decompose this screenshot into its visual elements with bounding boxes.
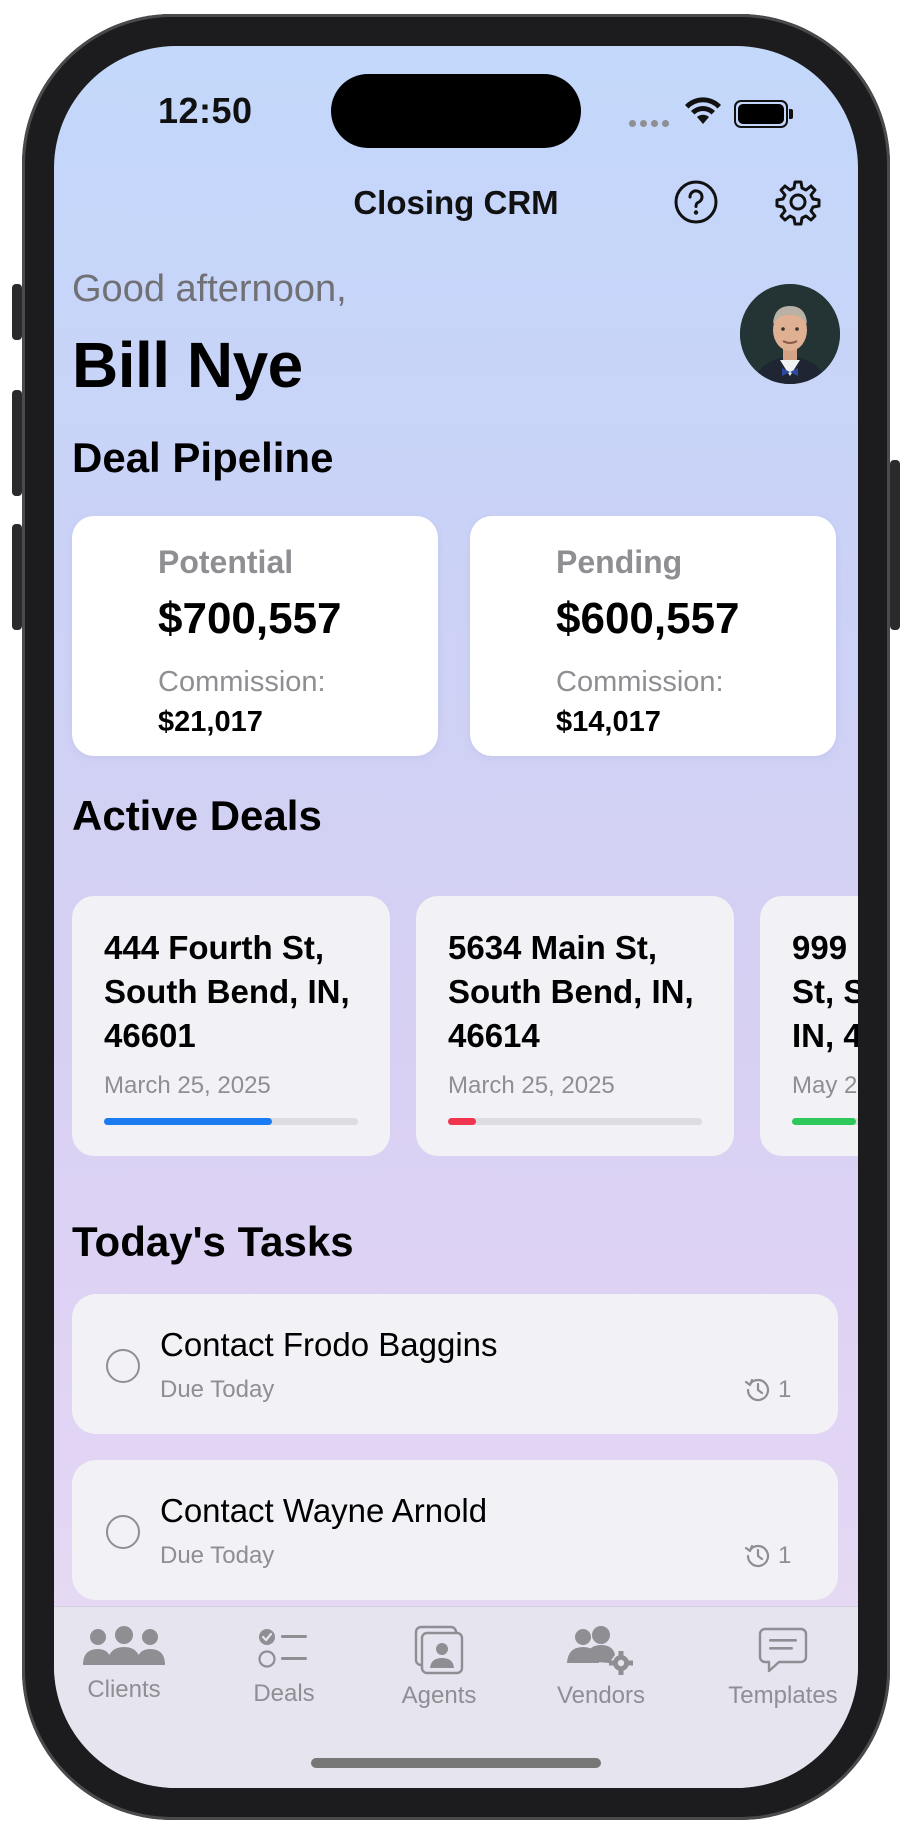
app-title: Closing CRM — [353, 184, 559, 221]
task-due: Due Today — [160, 1542, 275, 1569]
question-circle-icon[interactable] — [672, 178, 720, 226]
tab-label: Vendors — [556, 1682, 646, 1709]
tab-deals[interactable]: Deals — [234, 1625, 334, 1708]
commission-label: Commission: — [158, 666, 326, 698]
deal-progress-bar — [792, 1118, 856, 1125]
history-icon — [744, 1544, 770, 1568]
user-name: Bill Nye — [72, 329, 303, 401]
people-gear-icon — [567, 1626, 633, 1675]
power-button — [890, 460, 900, 630]
task-name: Contact Wayne Arnold — [160, 1492, 488, 1529]
cellular-signal-icon — [629, 114, 673, 132]
pipeline-label: Potential — [158, 544, 294, 580]
greeting-text: Good afternoon, — [72, 268, 347, 310]
checklist-icon — [258, 1629, 307, 1668]
deal-card[interactable]: 444 Fourth St, South Bend, IN, 46601 Mar… — [72, 896, 390, 1156]
history-icon — [744, 1378, 770, 1402]
deal-card[interactable]: 5634 Main St, South Bend, IN, 46614 Marc… — [416, 896, 734, 1156]
deal-progress-track — [104, 1118, 358, 1125]
task-checkbox[interactable] — [106, 1515, 140, 1549]
pipeline-card-potential[interactable]: Potential $700,557 Commission: $21,017 — [72, 516, 438, 756]
deal-date: March 25, 2025 — [104, 1072, 271, 1099]
volume-down-button — [12, 524, 22, 630]
task-name: Contact Frodo Baggins — [160, 1326, 498, 1363]
task-history-count: 1 — [778, 1376, 792, 1403]
tab-label: Agents — [401, 1682, 477, 1709]
wifi-icon — [685, 97, 721, 124]
deal-progress-bar — [104, 1118, 272, 1125]
task-due: Due Today — [160, 1376, 275, 1403]
tab-label: Templates — [728, 1682, 838, 1709]
gear-icon[interactable] — [774, 178, 822, 226]
deal-address: 5634 Main St, South Bend, IN, 46614 — [448, 929, 694, 1054]
deal-date: March 25, 2025 — [448, 1072, 615, 1099]
pipeline-card-pending[interactable]: Pending $600,557 Commission: $14,017 — [470, 516, 836, 756]
commission-value: $14,017 — [556, 706, 661, 738]
tab-label: Clients — [87, 1676, 161, 1703]
task-history-count: 1 — [778, 1542, 792, 1569]
app-screen: 12:50 Closing CRM Good afternoon, Bill N… — [54, 46, 858, 1788]
commission-label: Commission: — [556, 666, 724, 698]
deal-progress-track — [448, 1118, 702, 1125]
pipeline-amount: $700,557 — [158, 594, 342, 643]
deal-address: 999 St, S IN, 4 — [792, 929, 858, 1054]
people-icon — [83, 1626, 165, 1665]
status-time: 12:50 — [158, 90, 253, 131]
pipeline-amount: $600,557 — [556, 594, 740, 643]
dynamic-island — [331, 74, 581, 148]
commission-value: $21,017 — [158, 706, 263, 738]
person-photo-icon — [414, 1625, 464, 1675]
pipeline-label: Pending — [556, 544, 683, 580]
message-icon — [758, 1627, 808, 1673]
deal-progress-bar — [448, 1118, 476, 1125]
deal-address: 444 Fourth St, South Bend, IN, 46601 — [104, 929, 350, 1054]
action-button — [12, 284, 22, 340]
tasks-title: Today's Tasks — [72, 1218, 354, 1265]
home-indicator[interactable] — [311, 1758, 601, 1768]
deal-progress-track — [792, 1118, 858, 1125]
tab-label: Deals — [253, 1680, 315, 1707]
tab-templates[interactable]: Templates — [718, 1625, 848, 1710]
tab-clients[interactable]: Clients — [74, 1625, 174, 1704]
active-deals-title: Active Deals — [72, 792, 322, 839]
battery-icon — [734, 100, 793, 128]
deal-date: May 2 — [792, 1072, 858, 1099]
task-checkbox[interactable] — [106, 1349, 140, 1383]
tab-vendors[interactable]: Vendors — [546, 1625, 656, 1710]
avatar[interactable] — [740, 284, 840, 384]
deal-card[interactable]: 999 St, S IN, 4 May 2 — [760, 896, 858, 1156]
pipeline-title: Deal Pipeline — [72, 434, 334, 481]
task-item[interactable]: Contact Wayne Arnold Due Today 1 — [72, 1460, 838, 1600]
tab-agents[interactable]: Agents — [384, 1625, 494, 1710]
volume-up-button — [12, 390, 22, 496]
task-item[interactable]: Contact Frodo Baggins Due Today 1 — [72, 1294, 838, 1434]
